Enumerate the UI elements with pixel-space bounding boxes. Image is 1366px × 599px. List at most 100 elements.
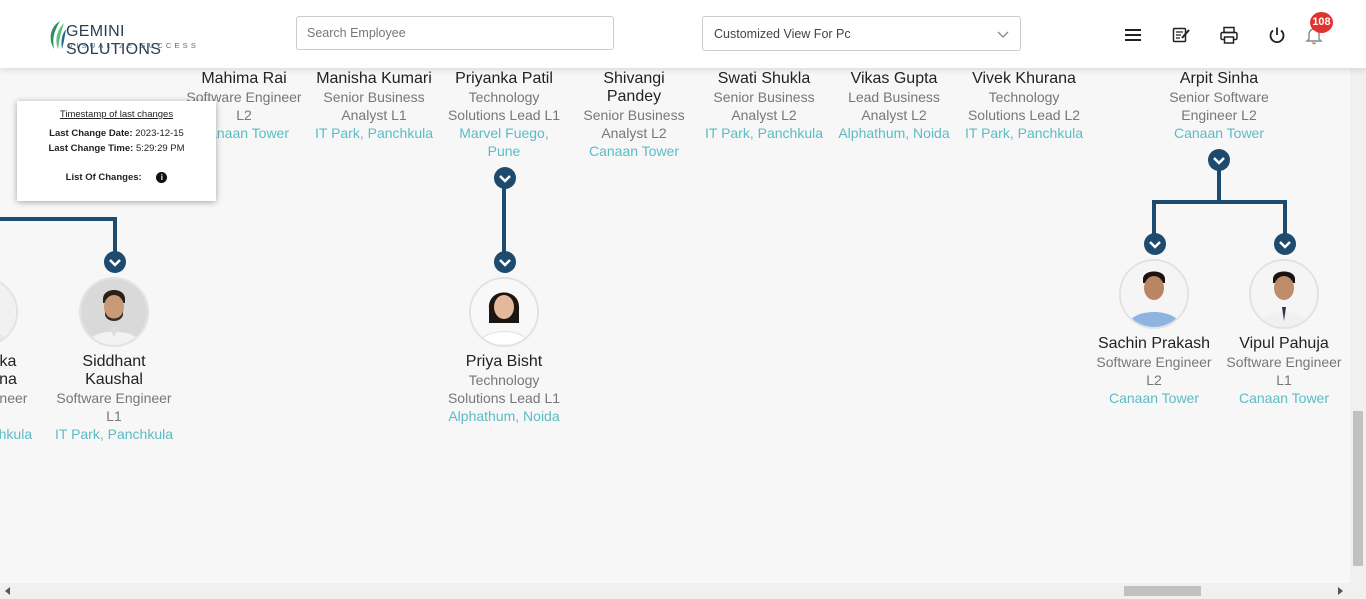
view-select-value: Customized View For Pc — [714, 27, 851, 41]
expand-node-button[interactable] — [1144, 233, 1166, 255]
employee-name: Priya Bisht — [465, 353, 543, 370]
employee-name: Sachin Prakash — [1097, 335, 1211, 352]
employee-card[interactable]: Shivangi Pandey Senior Business Analyst … — [569, 70, 699, 160]
last-change-time-row: Last Change Time: 5:29:29 PM — [17, 143, 216, 154]
employee-role: Solutions Lead L2 — [967, 107, 1081, 123]
employee-location: IT Park, Panchkula — [54, 426, 174, 442]
employee-avatar[interactable] — [1119, 259, 1189, 329]
employee-role: Senior Business — [323, 89, 425, 105]
employee-card[interactable]: Siddhant Kaushal Software Engineer L1 IT… — [49, 353, 179, 443]
expand-node-button[interactable] — [494, 167, 516, 189]
employee-role: Technology — [988, 89, 1060, 105]
employee-card[interactable]: Vivek Khurana Technology Solutions Lead … — [959, 70, 1089, 142]
expand-node-button[interactable] — [104, 251, 126, 273]
connector-line — [1283, 200, 1287, 235]
person-photo-icon — [471, 279, 537, 345]
card-title: Timestamp of last changes — [59, 109, 174, 120]
scroll-left-icon[interactable] — [4, 587, 12, 595]
vertical-scrollbar[interactable] — [1350, 0, 1366, 583]
list-of-changes-row: List Of Changes: i — [17, 172, 216, 183]
employee-avatar[interactable] — [1249, 259, 1319, 329]
expand-node-button[interactable] — [1274, 233, 1296, 255]
employee-role: L1 — [106, 408, 122, 424]
leaf-logo-icon — [50, 21, 66, 49]
employee-role: Lead Business — [848, 89, 940, 105]
notification-count-badge[interactable]: 108 — [1310, 12, 1333, 33]
employee-location: Pune — [487, 143, 521, 159]
employee-location: Canaan Tower — [1173, 125, 1265, 141]
chevron-down-icon — [997, 31, 1009, 38]
employee-role: L1 — [1276, 372, 1292, 388]
top-header: GEMINI SOLUTIONS VISUALIZE SUCCESS Custo… — [0, 0, 1366, 68]
time-label: Last Change Time: — [48, 143, 134, 154]
employee-name: Mahima Rai — [201, 70, 287, 87]
employee-name: Vivek Khurana — [972, 70, 1076, 87]
employee-role: Senior Software — [1169, 89, 1269, 105]
employee-location: Marvel Fuego, — [459, 125, 549, 141]
person-photo-icon — [81, 279, 147, 345]
employee-role: Solutions Lead L1 — [447, 107, 561, 123]
employee-name: Shivangi — [603, 70, 665, 87]
employee-role: Analyst L2 — [601, 125, 667, 141]
horizontal-scroll-thumb[interactable] — [1124, 586, 1201, 596]
employee-name: Manisha Kumari — [316, 70, 432, 87]
connector-line — [113, 217, 117, 253]
view-select[interactable]: Customized View For Pc — [702, 16, 1021, 51]
menu-icon[interactable] — [1123, 25, 1143, 45]
person-photo-icon — [0, 279, 16, 345]
employee-location: IT Park, Panchkula — [704, 125, 824, 141]
employee-card[interactable]: Sachin Prakash Software Engineer L2 Cana… — [1089, 335, 1219, 407]
logo-tagline: VISUALIZE SUCCESS — [68, 41, 200, 50]
employee-card[interactable]: Manisha Kumari Senior Business Analyst L… — [309, 70, 439, 142]
employee-role: Software Engineer — [56, 390, 172, 406]
employee-role: Engineer L2 — [1181, 107, 1257, 123]
employee-card[interactable]: Arpit Sinha Senior Software Engineer L2 … — [1154, 70, 1284, 142]
last-change-date-row: Last Change Date: 2023-12-15 — [17, 128, 216, 139]
employee-name: Vikas Gupta — [850, 70, 938, 87]
employee-name: Vipul Pahuja — [1239, 335, 1329, 352]
vertical-scroll-thumb[interactable] — [1353, 411, 1363, 566]
connector-line — [1217, 170, 1221, 202]
connector-line — [1152, 200, 1156, 235]
date-value: 2023-12-15 — [135, 128, 184, 139]
employee-location: IT Park, Panchkula — [964, 125, 1084, 141]
employee-card[interactable]: Vikas Gupta Lead Business Analyst L2 Alp… — [829, 70, 959, 142]
connector-line — [0, 217, 117, 221]
info-icon[interactable]: i — [156, 172, 168, 183]
employee-role: Software Engineer — [1096, 354, 1212, 370]
print-icon[interactable] — [1219, 25, 1239, 45]
employee-name: Kaushal — [85, 371, 143, 388]
expand-node-button[interactable] — [494, 251, 516, 273]
employee-role: Senior Business — [713, 89, 815, 105]
employee-name: Arpit Sinha — [1179, 70, 1259, 87]
employee-card[interactable]: Swati Shukla Senior Business Analyst L2 … — [699, 70, 829, 142]
employee-role: Software Engineer — [1226, 354, 1342, 370]
horizontal-scrollbar[interactable] — [0, 583, 1366, 599]
employee-avatar[interactable] — [469, 277, 539, 347]
employee-role: Technology — [468, 372, 540, 388]
person-photo-icon — [1251, 261, 1317, 327]
search-employee-input[interactable] — [296, 16, 614, 50]
employee-location: Canaan Tower — [1238, 390, 1330, 406]
scroll-right-icon[interactable] — [1336, 587, 1344, 595]
company-logo[interactable]: GEMINI SOLUTIONS VISUALIZE SUCCESS — [46, 17, 216, 58]
employee-name: Pandey — [606, 88, 662, 105]
time-value: 5:29:29 PM — [135, 143, 185, 154]
employee-name: Priyanka Patil — [455, 70, 553, 87]
employee-role: Analyst L1 — [341, 107, 407, 123]
employee-role: L2 — [1146, 372, 1162, 388]
employee-location: Alphathum, Noida — [448, 408, 560, 424]
power-icon[interactable] — [1267, 25, 1287, 45]
employee-name: Swati Shukla — [717, 70, 811, 87]
employee-card[interactable]: Vipul Pahuja Software Engineer L1 Canaan… — [1219, 335, 1349, 407]
employee-role: Analyst L2 — [731, 107, 797, 123]
employee-card[interactable]: Priyanka Patil Technology Solutions Lead… — [439, 70, 569, 160]
employee-location: Canaan Tower — [1108, 390, 1200, 406]
employee-avatar[interactable] — [0, 277, 18, 347]
last-changes-card: Timestamp of last changes Last Change Da… — [17, 101, 216, 201]
edit-note-icon[interactable] — [1171, 25, 1191, 45]
expand-node-button[interactable] — [1208, 149, 1230, 171]
employee-card[interactable]: Priya Bisht Technology Solutions Lead L1… — [439, 353, 569, 425]
employee-role: Solutions Lead L1 — [447, 390, 561, 406]
employee-avatar[interactable] — [79, 277, 149, 347]
